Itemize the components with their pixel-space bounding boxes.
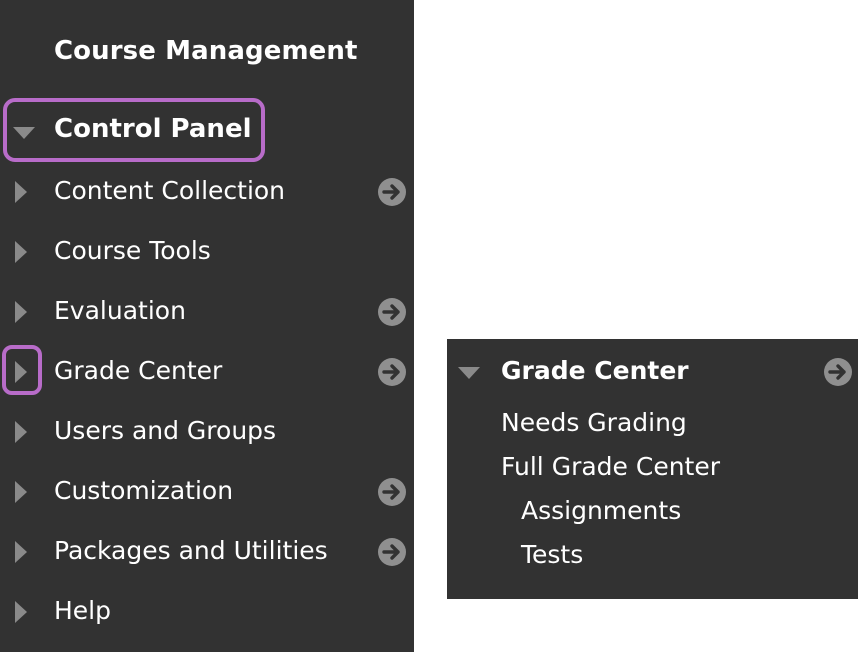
menu-item-evaluation[interactable]: Evaluation <box>0 282 414 342</box>
submenu-item-assignments[interactable]: Assignments <box>521 496 681 525</box>
caret-right-icon[interactable] <box>15 421 27 443</box>
submenu-item-needs-grading[interactable]: Needs Grading <box>501 408 687 437</box>
arrow-circle-right-icon[interactable] <box>378 298 406 326</box>
control-panel-toggle[interactable]: Control Panel <box>0 100 414 162</box>
stage: Course Management Control Panel Content … <box>0 0 860 652</box>
menu-item-grade-center[interactable]: Grade Center <box>0 342 414 402</box>
submenu-item-full-grade-center[interactable]: Full Grade Center <box>501 452 720 481</box>
caret-down-icon[interactable] <box>458 367 480 379</box>
caret-right-icon[interactable] <box>15 241 27 263</box>
arrow-circle-right-icon[interactable] <box>378 358 406 386</box>
menu-item-label: Evaluation <box>54 296 186 325</box>
course-management-title: Course Management <box>54 36 358 66</box>
caret-right-icon[interactable] <box>15 181 27 203</box>
arrow-circle-right-icon[interactable] <box>378 178 406 206</box>
arrow-circle-right-icon[interactable] <box>378 478 406 506</box>
menu-item-label: Help <box>54 596 111 625</box>
menu-item-course-tools[interactable]: Course Tools <box>0 222 414 282</box>
menu-item-label: Course Tools <box>54 236 211 265</box>
caret-right-icon[interactable] <box>15 601 27 623</box>
menu-item-label: Users and Groups <box>54 416 277 445</box>
menu-item-label: Grade Center <box>54 356 223 385</box>
menu-item-help[interactable]: Help <box>0 582 414 642</box>
caret-down-icon[interactable] <box>13 127 35 139</box>
grade-center-submenu: Grade Center Needs Grading Full Grade Ce… <box>447 339 858 599</box>
menu-item-label: Customization <box>54 476 234 505</box>
course-management-panel: Course Management Control Panel Content … <box>0 0 414 652</box>
grade-center-title[interactable]: Grade Center <box>501 356 689 385</box>
control-panel-label: Control Panel <box>54 114 252 144</box>
menu-item-packages-and-utilities[interactable]: Packages and Utilities <box>0 522 414 582</box>
menu-item-users-and-groups[interactable]: Users and Groups <box>0 402 414 462</box>
caret-right-icon[interactable] <box>15 301 27 323</box>
caret-right-icon[interactable] <box>15 481 27 503</box>
caret-right-icon[interactable] <box>15 361 27 383</box>
submenu-item-tests[interactable]: Tests <box>521 540 583 569</box>
menu-item-label: Packages and Utilities <box>54 536 328 565</box>
menu-item-content-collection[interactable]: Content Collection <box>0 162 414 222</box>
arrow-circle-right-icon[interactable] <box>378 538 406 566</box>
menu-item-customization[interactable]: Customization <box>0 462 414 522</box>
arrow-circle-right-icon[interactable] <box>824 358 852 386</box>
caret-right-icon[interactable] <box>15 541 27 563</box>
menu-item-label: Content Collection <box>54 176 286 205</box>
